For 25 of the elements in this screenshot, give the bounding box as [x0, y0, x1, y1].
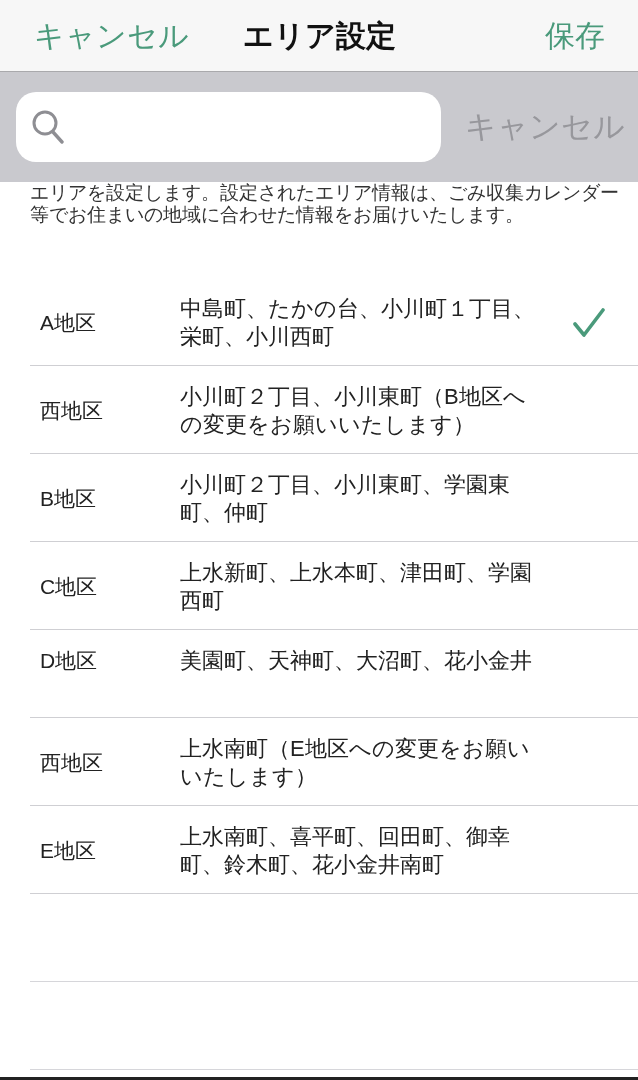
- area-towns: 上水新町、上水本町、津田町、学園西町: [180, 559, 533, 615]
- area-name: 西地区: [39, 398, 104, 424]
- area-row[interactable]: B地区 小川町２丁目、小川東町、学園東町、仲町: [30, 454, 638, 542]
- area-towns: 小川町２丁目、小川東町（B地区への変更をお願いいたします）: [180, 383, 527, 439]
- area-name: D地区: [39, 648, 99, 674]
- search-field[interactable]: [16, 92, 441, 162]
- area-row[interactable]: C地区 上水新町、上水本町、津田町、学園西町: [30, 542, 638, 630]
- area-row[interactable]: 西地区 小川町２丁目、小川東町（B地区への変更をお願いいたします）: [30, 366, 638, 454]
- area-towns: 中島町、たかの台、小川町１丁目、栄町、小川西町: [180, 295, 536, 351]
- area-name: A地区: [39, 310, 97, 336]
- area-row[interactable]: A地区 中島町、たかの台、小川町１丁目、栄町、小川西町: [30, 278, 638, 366]
- area-row[interactable]: D地区 美園町、天神町、大沼町、花小金井: [30, 630, 638, 718]
- area-row[interactable]: 西地区 上水南町（E地区への変更をお願いいたします）: [30, 718, 638, 806]
- area-towns: 小川町２丁目、小川東町、学園東町、仲町: [180, 471, 511, 527]
- area-name: B地区: [39, 486, 97, 512]
- area-name: E地区: [39, 838, 97, 864]
- screen-title: エリア設定: [242, 17, 396, 54]
- area-row[interactable]: E地区 上水南町、喜平町、回田町、御幸町、鈴木町、花小金井南町: [30, 806, 638, 894]
- description-text: エリアを設定します。設定されたエリア情報は、ごみ収集カレンダー等でお住まいの地域に合わせた情報をお届けいたします。: [30, 182, 620, 226]
- area-name: C地区: [39, 574, 99, 600]
- area-towns: 上水南町、喜平町、回田町、御幸町、鈴木町、花小金井南町: [180, 823, 511, 879]
- search-icon: [32, 110, 64, 144]
- area-name: 西地区: [39, 750, 104, 776]
- area-towns: 美園町、天神町、大沼町、花小金井: [180, 647, 533, 675]
- area-towns: 上水南町（E地区への変更をお願いいたします）: [180, 735, 531, 791]
